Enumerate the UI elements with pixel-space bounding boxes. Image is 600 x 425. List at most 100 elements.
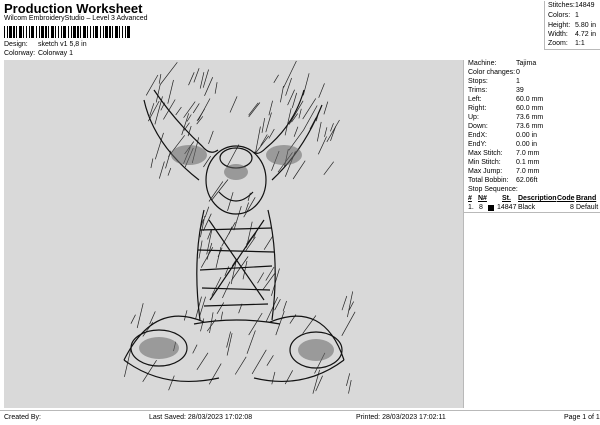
colorway-row: Colorway: Colorway 1	[4, 50, 73, 57]
barcode-bar	[103, 26, 104, 38]
barcode-bar	[63, 26, 66, 38]
sketch-stroke	[159, 62, 178, 86]
sketch-stroke	[149, 103, 155, 116]
row-stitches: 14847	[497, 204, 517, 211]
sketch-stroke	[316, 121, 322, 142]
row-brand: Default	[576, 204, 599, 211]
barcode-bar	[58, 26, 59, 38]
sketch-stroke	[209, 312, 214, 334]
colors-value: 1	[575, 12, 579, 19]
design-label: Design:	[4, 41, 28, 48]
colors-label: Colors:	[548, 12, 571, 19]
sketch-stroke	[197, 98, 211, 121]
footer: Created By: Last Saved: 28/03/2023 17:02…	[0, 410, 600, 425]
barcode-bar	[119, 26, 120, 38]
left-value: 60.0 mm	[516, 96, 544, 103]
sketch-stroke	[282, 300, 287, 312]
barcode-bar	[23, 26, 24, 38]
sketch-stroke	[341, 295, 348, 311]
barcode-bar	[125, 26, 126, 38]
max-jump-row: Max Jump: 7.0 mm	[468, 168, 539, 175]
sketch-stroke	[257, 272, 265, 284]
col-code: Code	[557, 195, 575, 202]
sketch-stroke	[208, 130, 214, 145]
sketch-stroke	[198, 296, 206, 318]
sketch-stroke	[183, 101, 196, 118]
sketch-stroke	[298, 108, 302, 119]
barcode-bar	[127, 26, 130, 38]
design-preview	[4, 60, 463, 408]
max-stitch-row: Max Stitch: 7.0 mm	[468, 150, 539, 157]
endy-label: EndY:	[468, 141, 487, 148]
col-needle: N#	[478, 195, 487, 202]
barcode-bar	[83, 26, 86, 38]
barcode-bar	[105, 26, 108, 38]
max-jump-value: 7.0 mm	[516, 168, 540, 175]
printed-date: Printed: 28/03/2023 17:02:11	[356, 414, 446, 421]
sketch-stroke	[246, 330, 256, 354]
barcode-bar	[68, 26, 69, 38]
left-row: Left: 60.0 mm	[468, 96, 543, 103]
sketch-stroke	[222, 281, 231, 299]
down-label: Down:	[468, 123, 488, 130]
design-value: sketch v1 5,8 in	[37, 41, 87, 48]
sketch-stroke	[165, 150, 172, 169]
sketch-stroke	[183, 310, 188, 321]
sketch-stroke	[271, 371, 276, 385]
sketch-stroke	[229, 96, 238, 113]
barcode-bar	[39, 26, 40, 38]
min-stitch-label: Min Stitch:	[468, 159, 501, 166]
sketch-stroke	[323, 161, 334, 176]
sketch-stroke	[208, 363, 222, 385]
machine-info-panel: Machine: Tajima Color changes:0 Stops: 1 T…	[463, 60, 600, 408]
width-label: Width:	[548, 31, 568, 38]
barcode-bar	[16, 26, 17, 38]
sketch-stroke	[324, 127, 328, 137]
col-stitches: St.	[502, 195, 511, 202]
barcode-bar	[26, 26, 27, 38]
endx-label: EndX:	[468, 132, 488, 139]
sketch-stroke	[265, 266, 275, 281]
sketch-stroke	[196, 352, 209, 370]
sketch-stroke	[136, 303, 144, 329]
machine-value: Tajima	[516, 60, 537, 67]
col-num: #	[468, 195, 472, 202]
sketch-stroke	[248, 312, 263, 336]
barcode-bar	[71, 26, 72, 38]
row-num: 1.	[468, 204, 474, 211]
embroidery-sketch-image	[123, 60, 356, 394]
last-saved: Last Saved: 28/03/2023 17:02:08	[149, 414, 253, 421]
barcode-bar	[109, 26, 111, 38]
barcode-bar	[100, 26, 101, 38]
trims-value: 39	[516, 87, 524, 94]
barcode-bar	[19, 26, 22, 38]
sketch-stroke	[263, 235, 274, 250]
barcode-bar	[87, 26, 88, 38]
barcode-bar	[31, 26, 34, 38]
col-description: Description	[518, 195, 557, 202]
color-changes-label: Color changes:	[468, 69, 516, 76]
sketch-stroke	[192, 344, 198, 354]
trims-row: Trims: 39	[468, 87, 524, 94]
sketch-stroke	[288, 100, 304, 125]
sketch-stroke	[341, 311, 356, 336]
endy-value: 0.00 in	[516, 141, 538, 148]
barcode-bar	[36, 26, 37, 38]
sketch-stroke	[293, 126, 299, 137]
sketch-stroke	[248, 102, 261, 118]
barcode-bar	[95, 26, 98, 38]
endx-row: EndX: 0.00 in	[468, 132, 537, 139]
sketch-stroke	[217, 247, 223, 258]
min-stitch-value: 0.1 mm	[516, 159, 540, 166]
colors-row: Colors: 1	[548, 12, 579, 19]
sketch-stroke	[234, 356, 247, 375]
row-needle: 8	[479, 204, 483, 211]
sketch-stroke	[168, 375, 175, 391]
barcode	[4, 26, 130, 38]
sketch-stroke	[323, 101, 329, 115]
down-row: Down: 73.6 mm	[468, 123, 543, 130]
total-bobbin-row: Total Bobbin: 62.06ft	[468, 177, 537, 184]
sketch-stroke	[175, 106, 182, 116]
barcode-bar	[55, 26, 56, 38]
barcode-bar	[93, 26, 94, 38]
